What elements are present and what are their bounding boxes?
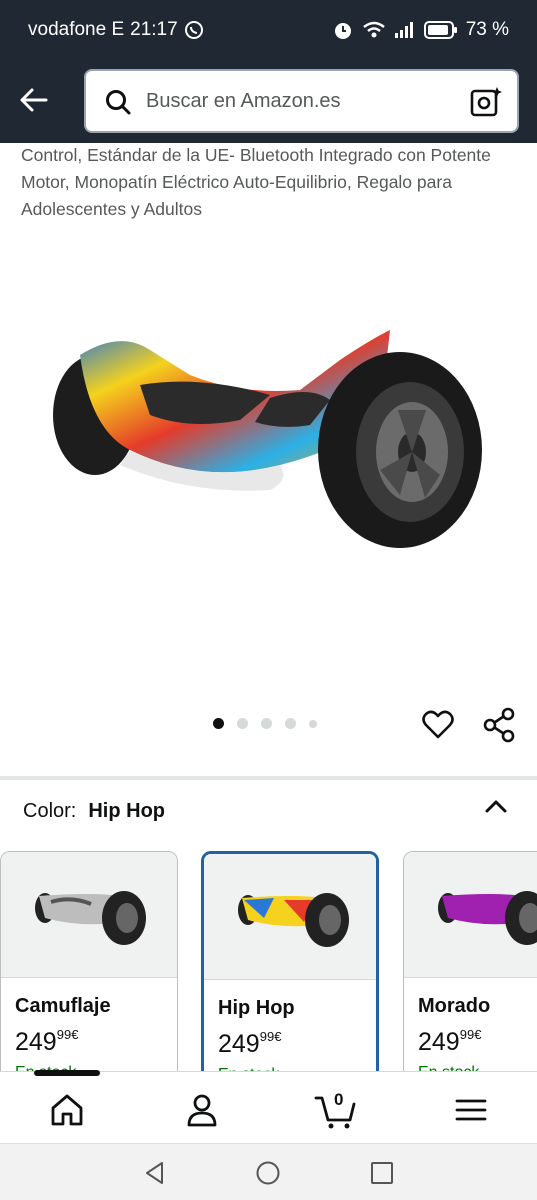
battery-icon	[423, 21, 457, 39]
carousel-dot[interactable]	[237, 718, 248, 729]
camera-search-icon[interactable]	[469, 85, 503, 119]
back-arrow-icon[interactable]	[14, 80, 54, 120]
price-currency: €	[274, 1029, 282, 1044]
share-icon[interactable]	[481, 707, 517, 743]
menu-icon[interactable]	[451, 1090, 491, 1130]
signal-icon	[394, 22, 413, 38]
clock: 21:17	[130, 19, 178, 40]
swatch-image	[1, 852, 177, 978]
color-selector-header[interactable]: Color: Hip Hop	[23, 800, 165, 823]
swatch-image	[404, 852, 537, 978]
carousel-dot[interactable]	[213, 718, 224, 729]
price-currency: €	[71, 1027, 79, 1042]
image-carousel-dots[interactable]	[213, 718, 317, 729]
status-right: 73 %	[332, 19, 509, 41]
swatch-image	[204, 854, 376, 980]
swatch-name: Camuflaje	[15, 995, 111, 1017]
whatsapp-icon	[184, 21, 203, 39]
wifi-icon	[362, 21, 385, 38]
color-option-morado[interactable]: Morado 24999€ En stock	[403, 851, 537, 1091]
heart-icon[interactable]	[421, 708, 455, 742]
price-fraction: 99	[459, 1027, 475, 1042]
selected-color: Hip Hop	[88, 800, 166, 822]
search-input[interactable]	[146, 71, 446, 131]
color-option-camuflaje[interactable]: Camuflaje 24999€ En stock	[0, 851, 178, 1091]
status-bar: vodafone E 21:17 73 %	[0, 0, 537, 62]
home-icon[interactable]	[47, 1090, 87, 1130]
swatch-price: 24999€	[218, 1029, 281, 1059]
search-icon	[106, 90, 131, 115]
bottom-nav: 0	[0, 1070, 537, 1143]
swatch-price: 24999€	[418, 1027, 481, 1057]
account-icon[interactable]	[182, 1090, 222, 1130]
price-fraction: 99	[259, 1029, 275, 1044]
carrier-label: vodafone E	[28, 19, 125, 40]
carousel-dot[interactable]	[261, 718, 272, 729]
section-divider	[0, 776, 537, 780]
cart-count: 0	[334, 1090, 344, 1109]
price-whole: 249	[218, 1030, 260, 1058]
system-nav-bar	[0, 1143, 537, 1200]
active-tab-indicator	[34, 1070, 100, 1076]
hoverboard-image[interactable]	[40, 300, 500, 580]
alarm-icon	[334, 23, 351, 39]
status-left: vodafone E 21:17	[28, 19, 204, 41]
swatch-name: Morado	[418, 995, 491, 1017]
product-title[interactable]: Control, Estándar de la UE- Bluetooth In…	[21, 142, 516, 223]
chevron-up-icon[interactable]	[484, 796, 508, 816]
color-option-hip-hop[interactable]: Hip Hop 24999€ En stock	[201, 851, 379, 1091]
search-header	[0, 62, 537, 143]
system-back-icon[interactable]	[142, 1160, 168, 1186]
hoverboard-thumbnail	[438, 891, 537, 945]
price-whole: 249	[418, 1028, 460, 1056]
swatch-price: 24999€	[15, 1027, 78, 1057]
color-label: Color:	[23, 800, 77, 822]
battery-level: 73 %	[465, 19, 509, 40]
cart-button[interactable]: 0	[314, 1090, 358, 1130]
system-recents-icon[interactable]	[369, 1160, 395, 1186]
swatch-name: Hip Hop	[218, 997, 295, 1019]
price-currency: €	[474, 1027, 482, 1042]
search-box[interactable]	[84, 69, 519, 133]
price-fraction: 99	[56, 1027, 72, 1042]
carousel-dot[interactable]	[285, 718, 296, 729]
hoverboard-thumbnail	[238, 893, 349, 947]
price-whole: 249	[15, 1028, 57, 1056]
hoverboard-thumbnail	[35, 891, 146, 945]
carousel-dot[interactable]	[309, 719, 317, 728]
system-home-icon[interactable]	[255, 1160, 281, 1186]
